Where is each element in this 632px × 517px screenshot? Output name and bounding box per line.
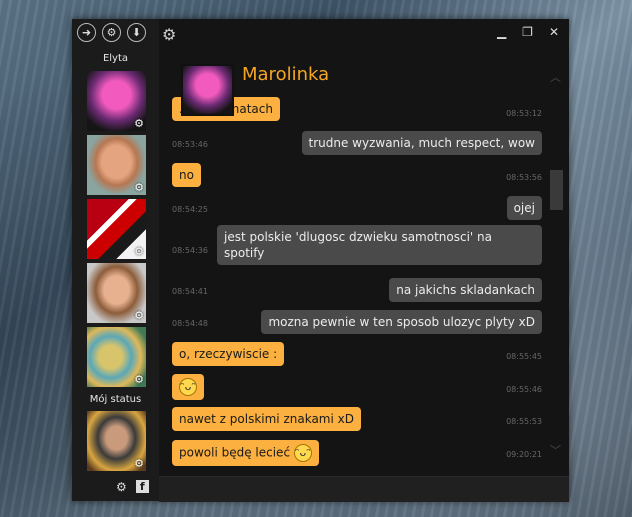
sidebar-toolbar: ➜ ⚙ ⬇: [77, 23, 146, 42]
my-status-avatar[interactable]: ⚙: [87, 411, 146, 471]
status-label: Mój status: [89, 394, 142, 405]
message-time: 08:54:36: [172, 246, 208, 255]
gear-badge-icon: ⚙: [134, 245, 144, 258]
message-bubble: na jakichs skladankach: [389, 278, 542, 302]
message-bubble: ojej: [506, 196, 542, 220]
grin-emoji-icon: ᵔᴗᵔ: [293, 444, 312, 462]
grin-emoji-icon: ᵔᴗᵔ: [179, 378, 197, 396]
chevron-down-icon[interactable]: ﹀: [550, 442, 561, 458]
message-time: 08:53:46: [172, 140, 208, 149]
minimize-button[interactable]: ▁: [497, 25, 506, 39]
message-bubble: o, rzeczywiscie :: [172, 342, 285, 366]
favorites-label: Elyta: [102, 53, 129, 64]
contact-header-avatar: [181, 64, 234, 116]
message-bubble: nawet z polskimi znakami xD: [172, 407, 361, 431]
gear-badge-icon: ⚙: [134, 309, 144, 322]
gear-badge-icon: ⚙: [134, 117, 144, 130]
download-icon[interactable]: ⬇: [127, 23, 146, 42]
contact-avatar[interactable]: ⚙: [87, 199, 146, 259]
message-input[interactable]: [159, 476, 569, 502]
message-bubble: no: [172, 163, 201, 187]
message-time: 08:54:41: [172, 287, 208, 296]
message-time: 08:55:45: [506, 352, 542, 361]
message-bubble: jest polskie 'dlugosc dzwieku samotnosci…: [217, 225, 542, 265]
contacts-sidebar: ➜ ⚙ ⬇ ⚙ Elyta ⚙ ⚙ ⚙ ⚙ ⚙ Mój status ⚙ ⚙ f: [72, 19, 176, 501]
gear-badge-icon: ⚙: [134, 457, 144, 470]
window-controls: ▁ ❐ ✕: [497, 25, 559, 39]
message-time: 09:20:21: [506, 450, 542, 459]
message-bubble: ᵔᴗᵔ: [172, 374, 204, 400]
contact-avatar[interactable]: ⚙: [87, 263, 146, 323]
message-time: 08:53:56: [506, 173, 542, 182]
contact-avatar[interactable]: ⚙: [87, 135, 146, 195]
message-bubble: trudne wyzwania, much respect, wow: [301, 131, 542, 155]
arrow-right-icon[interactable]: ➜: [77, 23, 96, 42]
close-button[interactable]: ✕: [549, 25, 559, 39]
message-time: 08:55:46: [506, 385, 542, 394]
message-time: 08:53:12: [506, 109, 542, 118]
settings-icon[interactable]: ⚙: [102, 23, 121, 42]
contact-avatar[interactable]: ⚙: [87, 327, 146, 387]
message-list: ...ych tematach 08:53:12 08:53:46 trudne…: [172, 97, 542, 473]
sidebar-footer: ⚙ f: [116, 480, 149, 494]
gear-icon[interactable]: ⚙: [116, 480, 127, 494]
contact-name: Marolinka: [242, 64, 330, 85]
gear-badge-icon: ⚙: [134, 373, 144, 386]
message-time: 08:54:48: [172, 319, 208, 328]
message-time: 08:54:25: [172, 205, 208, 214]
gear-badge-icon: ⚙: [134, 181, 144, 194]
message-text: powoli będę lecieć: [179, 445, 291, 460]
message-time: 08:55:53: [506, 417, 542, 426]
facebook-icon[interactable]: f: [135, 480, 149, 493]
restore-button[interactable]: ❐: [522, 25, 533, 39]
message-bubble: mozna pewnie w ten sposob ulozyc plyty x…: [261, 310, 542, 334]
message-bubble: powoli będę lecieć ᵔᴗᵔ: [172, 440, 319, 466]
gear-icon[interactable]: ⚙: [162, 25, 176, 44]
scrollbar-thumb[interactable]: [550, 170, 563, 210]
contact-avatar[interactable]: ⚙: [87, 71, 146, 131]
chat-window: ➜ ⚙ ⬇ ⚙ Elyta ⚙ ⚙ ⚙ ⚙ ⚙ Mój status ⚙ ⚙ f…: [72, 19, 569, 502]
chevron-up-icon[interactable]: ︿: [550, 69, 561, 85]
